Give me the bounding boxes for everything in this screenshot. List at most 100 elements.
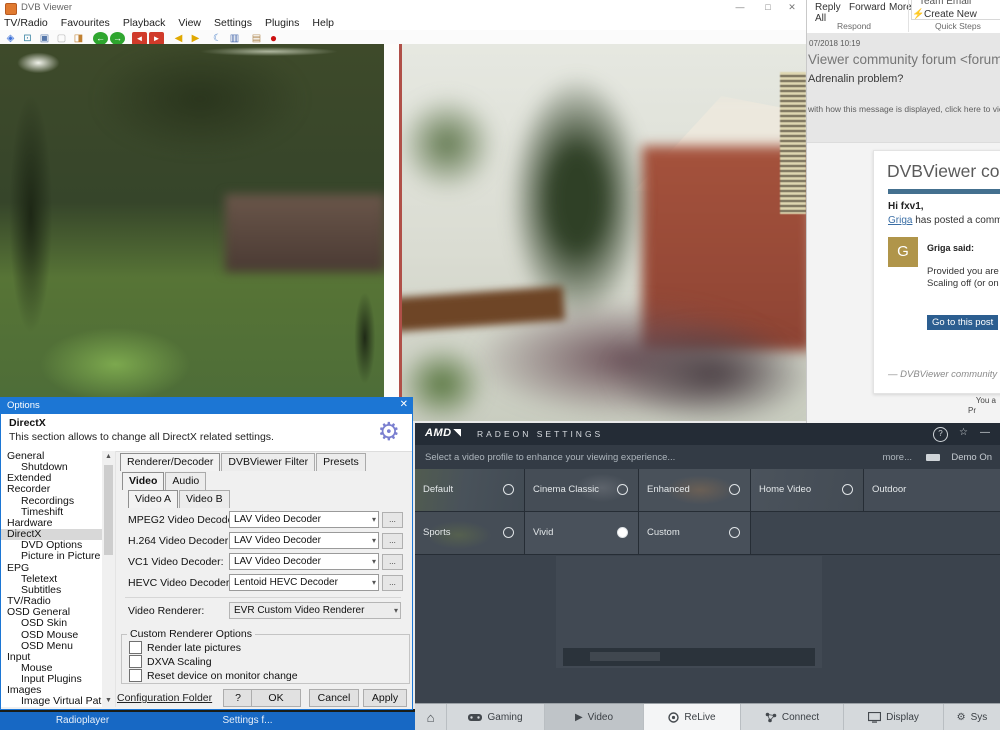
display-icon[interactable]: ⊡ <box>20 32 35 45</box>
dvb-title-bar[interactable]: DVB Viewer — □ ✕ <box>0 0 806 16</box>
nav-connect[interactable]: Connect <box>741 704 844 730</box>
window-disabled-icon[interactable]: ▢ <box>54 32 69 45</box>
tab-audio[interactable]: Audio <box>165 472 206 490</box>
scroll-up-icon[interactable]: ▲ <box>102 451 115 463</box>
scroll-thumb[interactable] <box>104 465 113 555</box>
profile-tile-custom[interactable]: Custom <box>639 512 751 555</box>
radeon-title-bar[interactable]: AMD RADEON SETTINGS ? ☆ — <box>415 423 1000 445</box>
nav-display[interactable]: Display <box>844 704 944 730</box>
more-link[interactable]: more... <box>882 452 912 463</box>
menu-settings[interactable]: Settings <box>214 17 252 29</box>
team-email-button[interactable]: Team Email <box>919 0 971 7</box>
taskbar-item-radioplayer[interactable]: Radioplayer <box>0 712 165 730</box>
radio-icon[interactable] <box>503 527 514 538</box>
close-icon[interactable]: ✕ <box>400 399 408 410</box>
tab-video-b[interactable]: Video B <box>179 490 230 508</box>
go-to-post-button[interactable]: Go to this post <box>927 315 998 330</box>
profile-tile-home-video[interactable]: Home Video <box>751 469 864 512</box>
profile-tile-enhanced[interactable]: Enhanced <box>639 469 751 512</box>
tree-item[interactable]: OSD Skin <box>1 618 102 629</box>
author-link[interactable]: Griga <box>888 215 912 226</box>
minimize-icon[interactable]: — <box>980 427 990 438</box>
checkbox-reset-device[interactable]: Reset device on monitor change <box>129 669 298 682</box>
statistics-icon[interactable]: ▥ <box>227 32 242 45</box>
radio-icon[interactable] <box>617 484 628 495</box>
record-icon[interactable]: ● <box>266 32 281 45</box>
tab-video[interactable]: Video <box>122 472 164 490</box>
volume-mute-icon[interactable]: ◀ <box>171 32 186 45</box>
menu-help[interactable]: Help <box>312 17 334 29</box>
radio-icon[interactable] <box>503 484 514 495</box>
radio-selected-icon[interactable] <box>617 527 628 538</box>
menu-playback[interactable]: Playback <box>123 17 166 29</box>
forward-button[interactable]: Forward <box>849 2 886 13</box>
configuration-folder-link[interactable]: Configuration Folder <box>117 692 212 704</box>
profile-tile-default[interactable]: Default <box>415 469 525 512</box>
nav-gaming[interactable]: Gaming <box>447 704 545 730</box>
taskbar-item-settings[interactable]: Settings f... <box>165 712 330 730</box>
hevc-decoder-browse-button[interactable]: ... <box>382 575 403 591</box>
help-button[interactable]: ? <box>223 689 253 707</box>
h264-decoder-browse-button[interactable]: ... <box>382 533 403 549</box>
channel-list-icon[interactable]: ◈ <box>3 32 18 45</box>
nav-video[interactable]: ▶ Video <box>545 704 644 730</box>
checkbox-dxva-scaling[interactable]: DXVA Scaling <box>129 655 212 668</box>
display-warning-banner[interactable]: with how this message is displayed, clic… <box>808 104 1000 114</box>
menu-favourites[interactable]: Favourites <box>61 17 110 29</box>
mpeg2-decoder-select[interactable]: LAV Video Decoder▾ <box>229 511 379 528</box>
options-title-bar[interactable]: Options ✕ <box>1 398 412 414</box>
tab-dvbviewer-filter[interactable]: DVBViewer Filter <box>221 453 315 471</box>
volume-icon[interactable]: ▶ <box>188 32 203 45</box>
help-icon[interactable]: ? <box>933 427 948 442</box>
tree-item[interactable]: Image Virtual Paths <box>1 696 102 707</box>
tab-renderer-decoder[interactable]: Renderer/Decoder <box>120 453 220 471</box>
tab-video-a[interactable]: Video A <box>128 490 178 508</box>
menu-view[interactable]: View <box>178 17 201 29</box>
nav-system[interactable]: ⚙ Sys <box>944 704 1000 730</box>
back-icon[interactable]: ← <box>93 32 108 45</box>
picture-in-picture-icon[interactable]: ▣ <box>37 32 52 45</box>
star-icon[interactable]: ☆ <box>959 427 968 438</box>
checkbox-render-late-pictures[interactable]: Render late pictures <box>129 641 241 654</box>
apply-button[interactable]: Apply <box>363 689 407 707</box>
tile-row-filler <box>751 512 1000 555</box>
mpeg2-decoder-browse-button[interactable]: ... <box>382 512 403 528</box>
demo-toggle-icon[interactable] <box>926 454 940 461</box>
vc1-decoder-browse-button[interactable]: ... <box>382 554 403 570</box>
tree-item[interactable]: Recorder <box>1 484 102 495</box>
h264-decoder-select[interactable]: LAV Video Decoder▾ <box>229 532 379 549</box>
menu-plugins[interactable]: Plugins <box>265 17 299 29</box>
profile-tile-sports[interactable]: Sports <box>415 512 525 555</box>
scroll-down-icon[interactable]: ▼ <box>102 695 115 707</box>
tab-presets[interactable]: Presets <box>316 453 366 471</box>
profile-tile-outdoor[interactable]: Outdoor <box>864 469 1000 512</box>
vc1-decoder-select[interactable]: LAV Video Decoder▾ <box>229 553 379 570</box>
create-new-button[interactable]: Create New <box>924 9 977 20</box>
profile-tile-vivid[interactable]: Vivid <box>525 512 639 555</box>
forward-icon[interactable]: → <box>110 32 125 45</box>
channel-down-icon[interactable]: ◄ <box>132 32 147 45</box>
video-renderer-select[interactable]: EVR Custom Video Renderer▾ <box>229 602 401 619</box>
cancel-button[interactable]: Cancel <box>309 689 359 707</box>
radio-icon[interactable] <box>729 484 740 495</box>
radio-icon[interactable] <box>729 527 740 538</box>
video-source-icon[interactable]: ◨ <box>71 32 86 45</box>
ok-button[interactable]: OK <box>251 689 301 707</box>
radio-icon[interactable] <box>842 484 853 495</box>
channel-up-icon[interactable]: ► <box>149 32 164 45</box>
checkbox-icon[interactable] <box>129 655 142 668</box>
nav-relive[interactable]: ReLive <box>644 704 741 730</box>
screenshot-icon[interactable]: ▤ <box>249 32 264 45</box>
close-button[interactable]: ✕ <box>778 0 806 15</box>
checkbox-icon[interactable] <box>129 641 142 654</box>
checkbox-icon[interactable] <box>129 669 142 682</box>
teletext-icon[interactable]: ☾ <box>210 32 225 45</box>
menu-tv-radio[interactable]: TV/Radio <box>4 17 48 29</box>
minimize-button[interactable]: — <box>726 0 754 15</box>
tree-item[interactable]: Picture in Picture <box>1 551 102 562</box>
tree-item[interactable]: OSD Mouse <box>1 630 102 641</box>
hevc-decoder-select[interactable]: Lentoid HEVC Decoder▾ <box>229 574 379 591</box>
tree-scrollbar[interactable]: ▲ ▼ <box>102 451 116 707</box>
nav-home[interactable]: ⌂ <box>415 704 447 730</box>
profile-tile-cinema-classic[interactable]: Cinema Classic <box>525 469 639 512</box>
